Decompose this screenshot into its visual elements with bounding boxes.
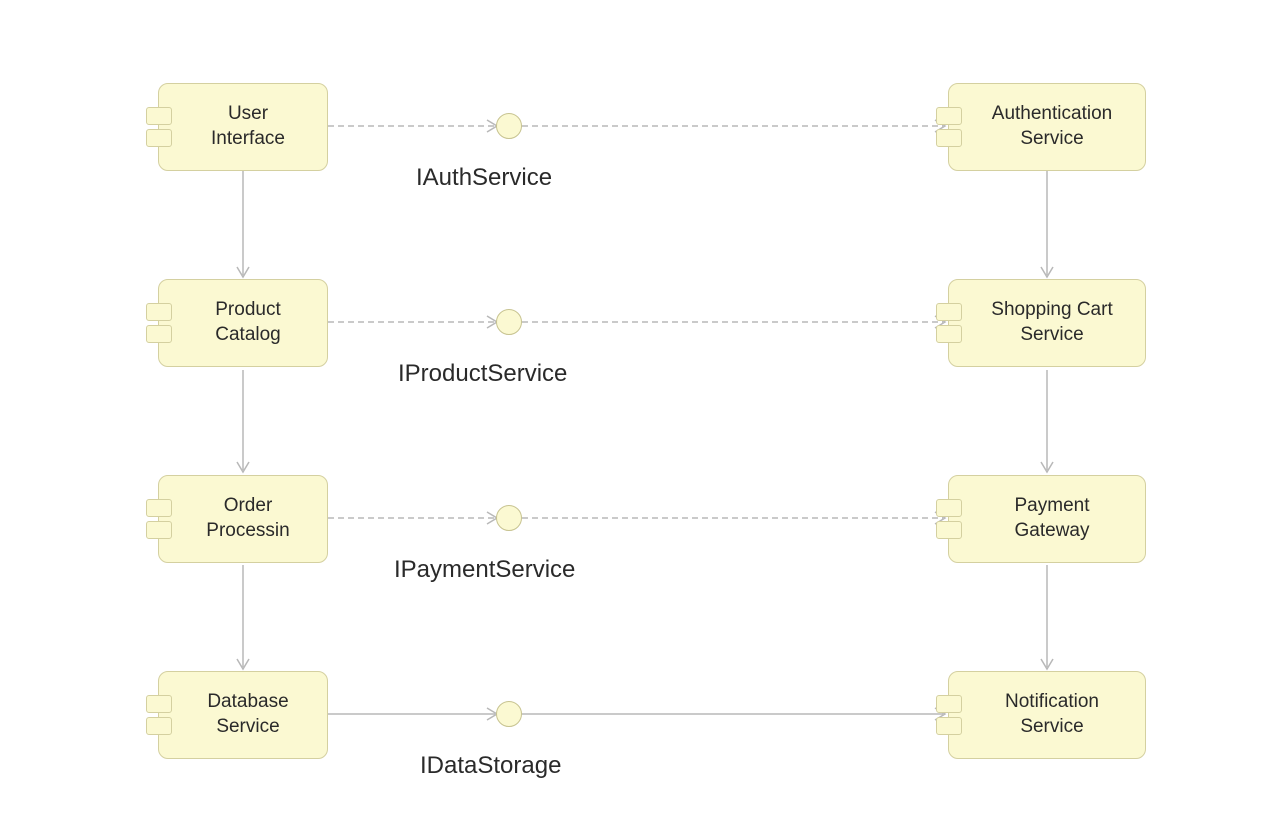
component-database-service[interactable]: Database Service xyxy=(158,671,328,759)
interface-circle-auth xyxy=(496,113,522,139)
interface-label-auth: IAuthService xyxy=(416,164,552,192)
component-tabs-icon xyxy=(936,107,962,147)
component-label: Product Catalog xyxy=(189,298,307,347)
component-tabs-icon xyxy=(146,499,172,539)
interface-label-datastorage: IDataStorage xyxy=(420,752,561,780)
interface-circle-payment xyxy=(496,505,522,531)
component-user-interface[interactable]: User Interface xyxy=(158,83,328,171)
component-notification-service[interactable]: Notification Service xyxy=(948,671,1146,759)
component-label: Payment Gateway xyxy=(979,494,1125,543)
component-order-processing[interactable]: Order Processin xyxy=(158,475,328,563)
component-authentication-service[interactable]: Authentication Service xyxy=(948,83,1146,171)
component-label: Authentication Service xyxy=(979,102,1125,151)
interface-circle-datastorage xyxy=(496,701,522,727)
interface-label-payment: IPaymentService xyxy=(394,556,575,584)
component-tabs-icon xyxy=(936,499,962,539)
component-label: Database Service xyxy=(189,690,307,739)
component-tabs-icon xyxy=(146,303,172,343)
component-payment-gateway[interactable]: Payment Gateway xyxy=(948,475,1146,563)
component-tabs-icon xyxy=(936,695,962,735)
component-tabs-icon xyxy=(146,107,172,147)
component-label: Order Processin xyxy=(189,494,307,543)
component-label: User Interface xyxy=(189,102,307,151)
component-tabs-icon xyxy=(146,695,172,735)
component-product-catalog[interactable]: Product Catalog xyxy=(158,279,328,367)
component-label: Notification Service xyxy=(979,690,1125,739)
component-label: Shopping Cart Service xyxy=(979,298,1125,347)
component-tabs-icon xyxy=(936,303,962,343)
interface-circle-product xyxy=(496,309,522,335)
interface-label-product: IProductService xyxy=(398,360,567,388)
component-shopping-cart-service[interactable]: Shopping Cart Service xyxy=(948,279,1146,367)
